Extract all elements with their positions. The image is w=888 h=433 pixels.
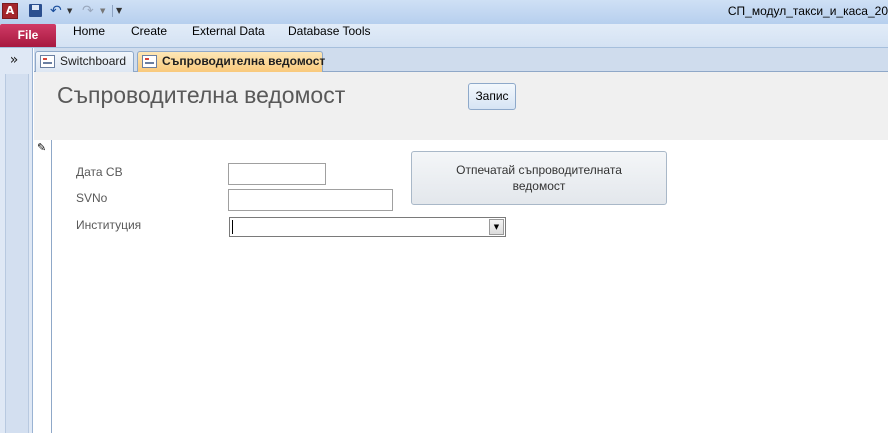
institution-combobox[interactable]: ▼ bbox=[229, 217, 506, 237]
form-detail: Дата СВ SVNo Институция ▼ Отпечатай съпр… bbox=[53, 140, 888, 433]
doc-tab-label: Съпроводителна ведомост bbox=[162, 54, 326, 68]
form-header: Съпроводителна ведомост Запис bbox=[34, 72, 888, 140]
record-selector[interactable]: ✎ bbox=[34, 140, 52, 433]
doc-tab-switchboard[interactable]: Switchboard bbox=[35, 51, 134, 72]
dropdown-arrow-icon[interactable]: ▼ bbox=[489, 219, 504, 235]
save-record-button[interactable]: Запис bbox=[468, 83, 516, 110]
svno-field[interactable] bbox=[228, 189, 393, 211]
tab-create[interactable]: Create bbox=[131, 24, 167, 47]
file-tab[interactable]: File bbox=[0, 24, 56, 47]
doc-tab-label: Switchboard bbox=[60, 54, 127, 68]
redo-icon[interactable]: ↷ bbox=[82, 3, 96, 19]
navigation-pane-strip[interactable] bbox=[5, 74, 29, 433]
date-label: Дата СВ bbox=[76, 165, 123, 179]
form-icon bbox=[142, 55, 157, 68]
tab-home[interactable]: Home bbox=[73, 24, 105, 47]
edit-pencil-icon: ✎ bbox=[37, 141, 47, 154]
form-title: Съпроводителна ведомост bbox=[57, 82, 346, 108]
title-bar: A ↶ ▼ ↷ ▼ ▼ СП_модул_такси_и_каса_20 bbox=[0, 0, 888, 24]
redo-dropdown-icon[interactable]: ▼ bbox=[100, 3, 108, 19]
access-app-icon[interactable]: A bbox=[2, 3, 18, 19]
customize-qat-icon[interactable]: ▼ bbox=[116, 3, 126, 19]
svno-label: SVNo bbox=[76, 191, 108, 205]
date-field[interactable] bbox=[228, 163, 326, 185]
qat-separator bbox=[112, 5, 113, 17]
institution-label: Институция bbox=[76, 218, 142, 232]
tab-database-tools[interactable]: Database Tools bbox=[288, 24, 371, 47]
print-accompanying-sheet-button[interactable]: Отпечатай съпроводителната ведомост bbox=[411, 151, 667, 205]
ribbon-tab-bar: File Home Create External Data Database … bbox=[0, 24, 888, 48]
save-icon[interactable] bbox=[28, 3, 44, 19]
expand-nav-pane-icon[interactable]: » bbox=[0, 48, 28, 75]
undo-icon[interactable]: ↶ bbox=[50, 3, 64, 19]
text-cursor bbox=[232, 220, 233, 234]
tab-external-data[interactable]: External Data bbox=[192, 24, 265, 47]
form-icon bbox=[40, 55, 55, 68]
print-button-label-line2: ведомост bbox=[512, 179, 566, 193]
document-tab-bar: Switchboard Съпроводителна ведомост bbox=[34, 48, 888, 72]
undo-dropdown-icon[interactable]: ▼ bbox=[67, 3, 75, 19]
navigation-pane: » bbox=[0, 48, 33, 433]
window-title: СП_модул_такси_и_каса_20 bbox=[727, 4, 888, 18]
print-button-label-line1: Отпечатай съпроводителната bbox=[456, 163, 622, 177]
doc-tab-active-form[interactable]: Съпроводителна ведомост bbox=[137, 51, 326, 72]
